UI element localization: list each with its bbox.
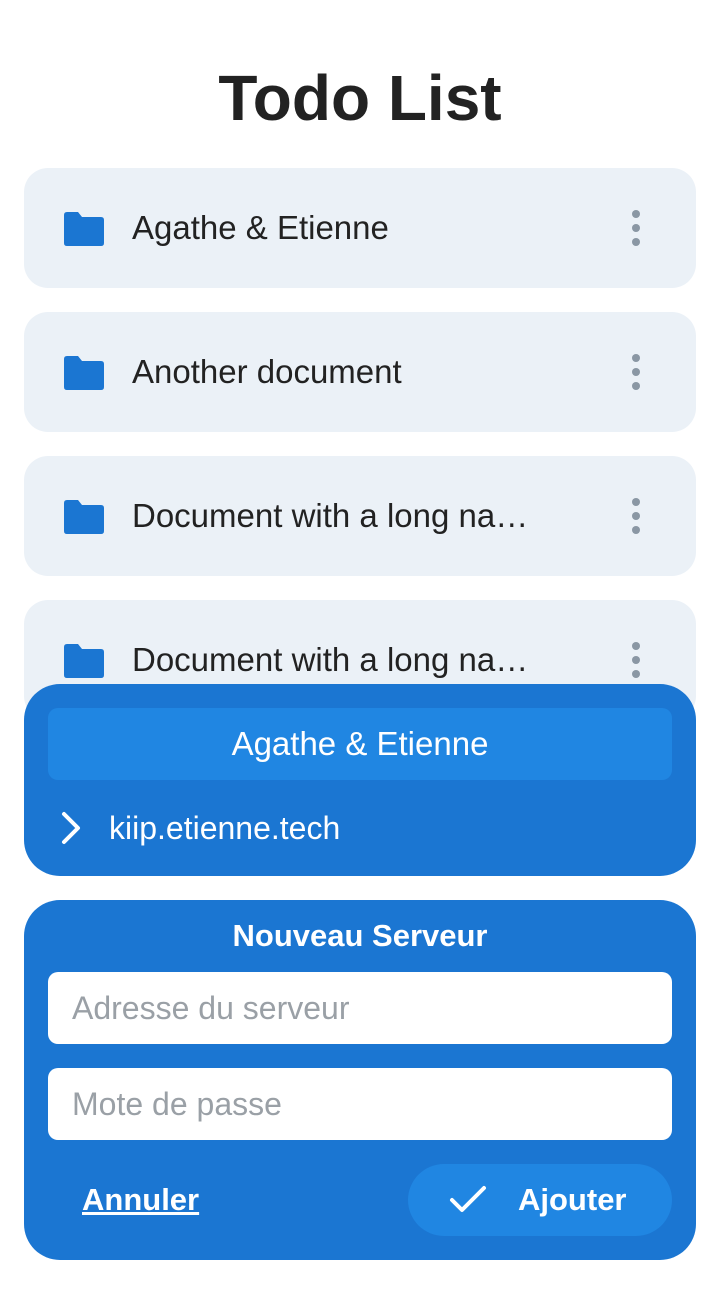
page-title: Todo List xyxy=(218,62,502,134)
more-vertical-icon[interactable] xyxy=(616,208,656,248)
add-button-label: Ajouter xyxy=(518,1182,627,1217)
server-url: kiip.etienne.tech xyxy=(109,810,341,846)
server-address-input[interactable] xyxy=(48,972,672,1044)
server-panel: Agathe & Etienne kiip.etienne.tech xyxy=(24,684,696,876)
new-server-heading: Nouveau Serveur xyxy=(232,918,488,953)
new-server-form: Nouveau Serveur Annuler Ajouter xyxy=(24,900,696,1260)
document-item[interactable]: Another document xyxy=(24,312,696,432)
folder-icon xyxy=(64,500,104,534)
folder-icon xyxy=(64,212,104,246)
document-item[interactable]: Document with a long na… xyxy=(24,456,696,576)
more-vertical-icon[interactable] xyxy=(616,640,656,680)
page: Todo List Agathe & Etienne Another docum… xyxy=(0,0,720,1296)
password-input[interactable] xyxy=(48,1068,672,1140)
add-button[interactable]: Ajouter xyxy=(408,1164,672,1236)
document-item[interactable]: Agathe & Etienne xyxy=(24,168,696,288)
folder-icon xyxy=(64,644,104,678)
document-label: Agathe & Etienne xyxy=(132,209,389,246)
document-label: Document with a long na… xyxy=(132,497,529,534)
cancel-button[interactable]: Annuler xyxy=(82,1176,199,1224)
selected-document-button[interactable]: Agathe & Etienne xyxy=(48,708,672,780)
check-icon xyxy=(450,1186,486,1212)
folder-icon xyxy=(64,356,104,390)
more-vertical-icon[interactable] xyxy=(616,352,656,392)
document-list: Agathe & Etienne Another document Docume… xyxy=(24,168,696,708)
server-row[interactable]: kiip.etienne.tech xyxy=(24,800,696,856)
document-label: Another document xyxy=(132,353,402,390)
chevron-right-icon xyxy=(62,812,80,844)
more-vertical-icon[interactable] xyxy=(616,496,656,536)
